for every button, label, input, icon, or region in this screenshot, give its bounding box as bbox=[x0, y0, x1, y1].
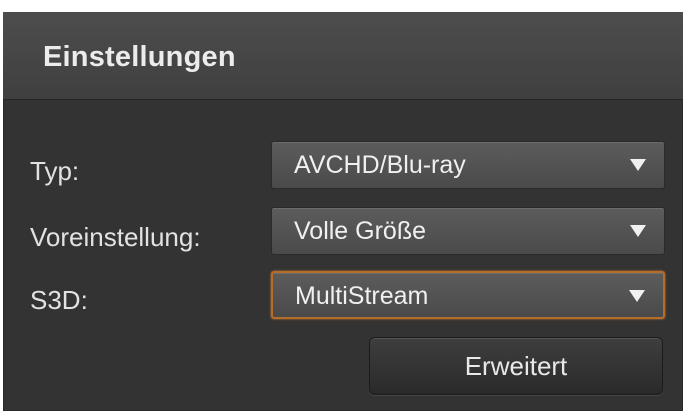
type-label: Typ: bbox=[30, 156, 80, 186]
preset-select[interactable]: Volle Größe bbox=[271, 207, 665, 255]
panel-header: Einstellungen bbox=[3, 13, 683, 100]
s3d-select-value: MultiStream bbox=[295, 282, 429, 310]
screenshot-frame: Einstellungen Typ: AVCHD/Blu-ray Voreins… bbox=[0, 0, 689, 412]
chevron-down-icon bbox=[630, 159, 646, 171]
chevron-down-icon bbox=[629, 290, 645, 302]
type-select-value: AVCHD/Blu-ray bbox=[294, 151, 466, 179]
advanced-button[interactable]: Erweitert bbox=[369, 337, 663, 395]
preset-select-value: Volle Größe bbox=[294, 217, 427, 245]
s3d-label: S3D: bbox=[30, 285, 88, 315]
panel-title: Einstellungen bbox=[43, 41, 236, 73]
advanced-button-label: Erweitert bbox=[464, 351, 568, 381]
type-select[interactable]: AVCHD/Blu-ray bbox=[271, 141, 665, 189]
settings-panel: Einstellungen Typ: AVCHD/Blu-ray Voreins… bbox=[3, 12, 683, 411]
preset-label: Voreinstellung: bbox=[30, 222, 201, 252]
chevron-down-icon bbox=[630, 225, 646, 237]
s3d-select[interactable]: MultiStream bbox=[271, 271, 665, 319]
